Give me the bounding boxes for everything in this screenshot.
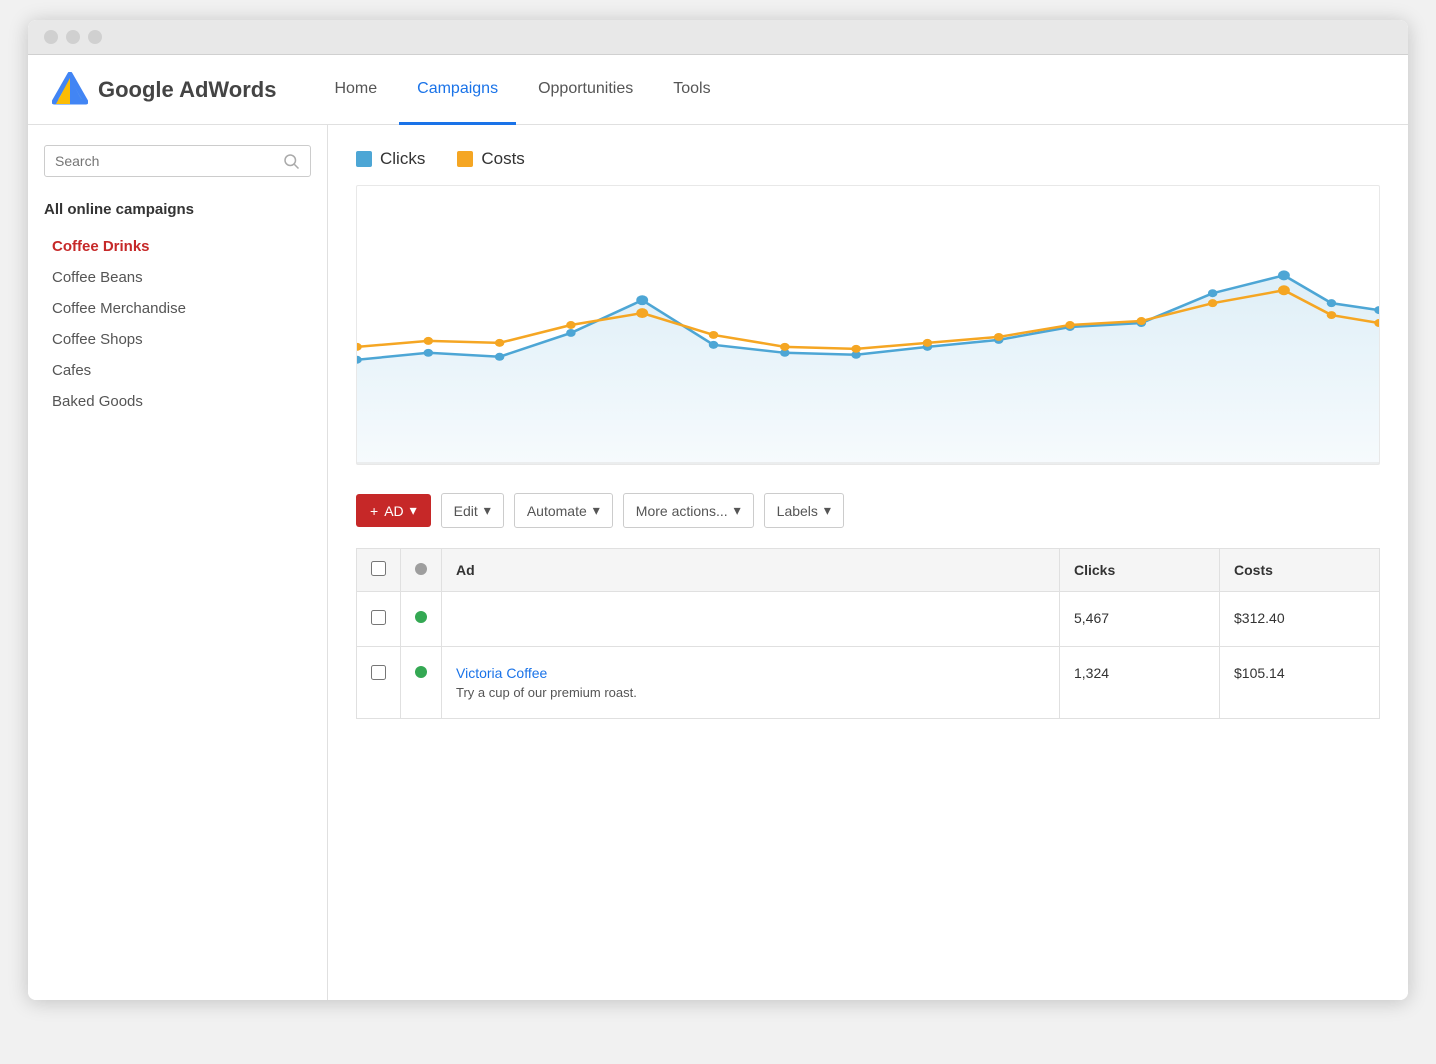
add-ad-label: AD <box>384 503 403 519</box>
labels-button[interactable]: Labels ▾ <box>764 493 844 528</box>
select-all-checkbox[interactable] <box>371 561 386 576</box>
row1-checkbox-cell <box>357 592 401 647</box>
more-actions-label: More actions... <box>636 503 728 519</box>
nav-home[interactable]: Home <box>316 56 395 125</box>
row2-ad-link[interactable]: Victoria Coffee <box>456 665 547 681</box>
main-window: Google AdWords Home Campaigns Opportunit… <box>28 20 1408 1000</box>
row1-clicks: 5,467 <box>1060 592 1220 647</box>
sidebar-item-coffee-merchandise[interactable]: Coffee Merchandise <box>44 294 311 323</box>
ads-table: Ad Clicks Costs <box>356 548 1380 719</box>
row2-checkbox-cell <box>357 647 401 719</box>
automate-label: Automate <box>527 503 587 519</box>
nav-campaigns[interactable]: Campaigns <box>399 56 516 125</box>
logo-area: Google AdWords <box>52 72 276 108</box>
search-icon <box>282 152 300 170</box>
table-row: 5,467 $312.40 <box>357 592 1380 647</box>
labels-label: Labels <box>777 503 818 519</box>
logo-icon <box>52 72 88 108</box>
window-close-btn[interactable] <box>44 30 58 44</box>
row1-status-cell <box>401 592 442 647</box>
table-row: Victoria Coffee Try a cup of our premium… <box>357 647 1380 719</box>
header-status-dot <box>415 563 427 575</box>
edit-dropdown-icon: ▾ <box>484 502 491 519</box>
sidebar-item-cafes[interactable]: Cafes <box>44 356 311 385</box>
row2-ad-desc: Try a cup of our premium roast. <box>456 685 1045 700</box>
content-area: All online campaigns Coffee Drinks Coffe… <box>28 125 1408 1000</box>
sidebar-item-coffee-drinks[interactable]: Coffee Drinks <box>44 232 311 261</box>
window-maximize-btn[interactable] <box>88 30 102 44</box>
chart-legend: Clicks Costs <box>356 149 1380 169</box>
toolbar: + AD ▾ Edit ▾ Automate ▾ More actions...… <box>356 493 1380 528</box>
nav-opportunities[interactable]: Opportunities <box>520 56 651 125</box>
main-panel: Clicks Costs <box>328 125 1408 1000</box>
table-header-ad: Ad <box>442 549 1060 592</box>
chart-svg <box>357 186 1379 464</box>
sidebar: All online campaigns Coffee Drinks Coffe… <box>28 125 328 1000</box>
nav-tools[interactable]: Tools <box>655 56 728 125</box>
chart-container <box>356 185 1380 465</box>
automate-button[interactable]: Automate ▾ <box>514 493 613 528</box>
row2-status-dot <box>415 666 427 678</box>
row1-costs: $312.40 <box>1220 592 1380 647</box>
sidebar-item-coffee-shops[interactable]: Coffee Shops <box>44 325 311 354</box>
table-header-clicks: Clicks <box>1060 549 1220 592</box>
window-chrome <box>28 20 1408 55</box>
edit-button[interactable]: Edit ▾ <box>441 493 504 528</box>
row2-status-cell <box>401 647 442 719</box>
edit-label: Edit <box>454 503 478 519</box>
sidebar-item-baked-goods[interactable]: Baked Goods <box>44 387 311 416</box>
add-ad-button[interactable]: + AD ▾ <box>356 494 431 527</box>
add-ad-dropdown-icon: ▾ <box>410 502 417 519</box>
costs-legend-color <box>457 151 473 167</box>
table-header-row: Ad Clicks Costs <box>357 549 1380 592</box>
search-input[interactable] <box>55 153 282 169</box>
table-header-status-col <box>401 549 442 592</box>
row1-status-dot <box>415 611 427 623</box>
window-minimize-btn[interactable] <box>66 30 80 44</box>
sidebar-item-coffee-beans[interactable]: Coffee Beans <box>44 263 311 292</box>
row1-checkbox[interactable] <box>371 610 386 625</box>
costs-legend-label: Costs <box>481 149 524 169</box>
sidebar-section-title: All online campaigns <box>44 201 311 218</box>
row2-costs: $105.14 <box>1220 647 1380 719</box>
clicks-legend-label: Clicks <box>380 149 425 169</box>
search-box[interactable] <box>44 145 311 177</box>
labels-dropdown-icon: ▾ <box>824 502 831 519</box>
row2-ad-cell: Victoria Coffee Try a cup of our premium… <box>442 647 1060 719</box>
nav-bar: Home Campaigns Opportunities Tools <box>316 55 728 124</box>
more-actions-button[interactable]: More actions... ▾ <box>623 493 754 528</box>
row2-checkbox[interactable] <box>371 665 386 680</box>
clicks-legend-color <box>356 151 372 167</box>
more-actions-dropdown-icon: ▾ <box>734 502 741 519</box>
table-header-checkbox-col <box>357 549 401 592</box>
row2-clicks: 1,324 <box>1060 647 1220 719</box>
add-icon: + <box>370 503 378 519</box>
legend-costs: Costs <box>457 149 524 169</box>
table-header-costs: Costs <box>1220 549 1380 592</box>
logo-text: Google AdWords <box>98 77 276 103</box>
top-nav: Google AdWords Home Campaigns Opportunit… <box>28 55 1408 125</box>
row1-ad-cell <box>442 592 1060 647</box>
automate-dropdown-icon: ▾ <box>593 502 600 519</box>
legend-clicks: Clicks <box>356 149 425 169</box>
